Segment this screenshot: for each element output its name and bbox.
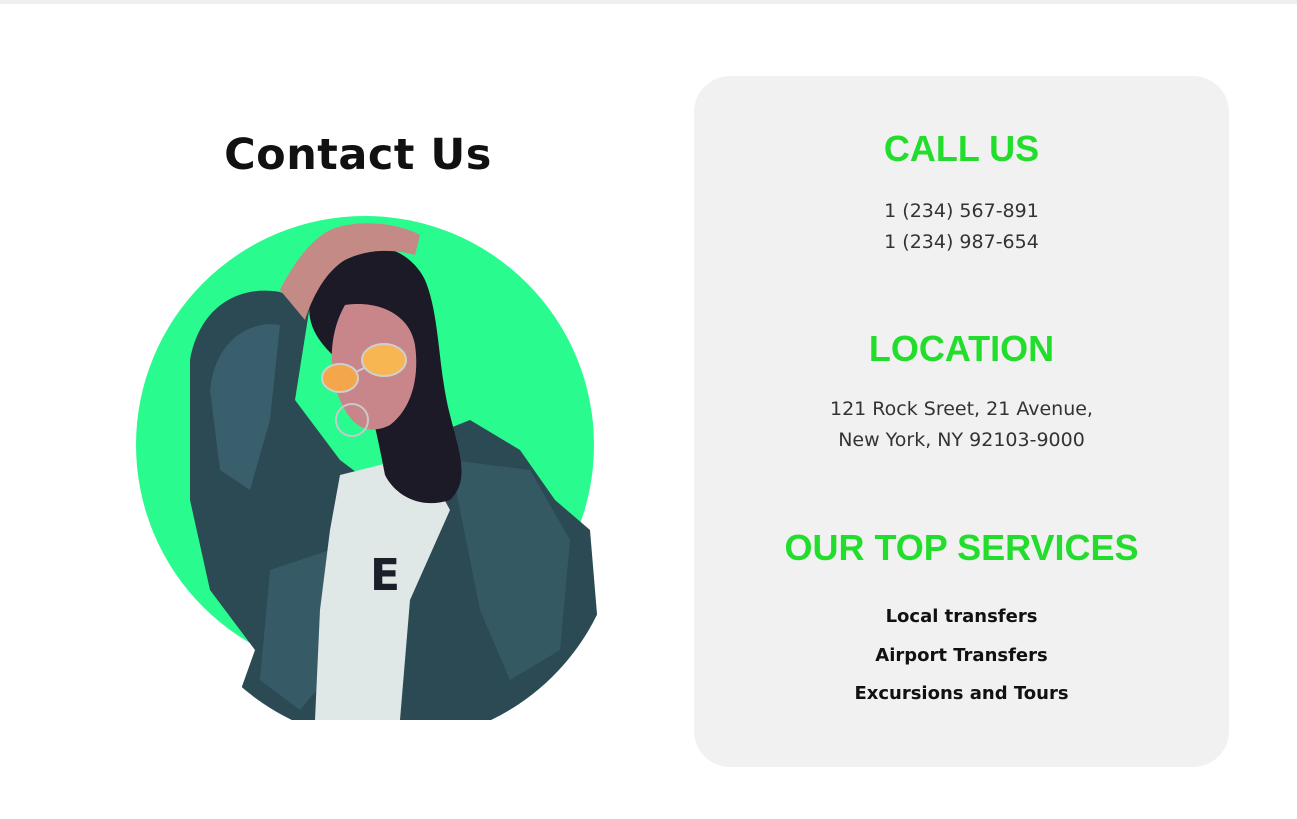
- sunglasses-left-lens: [321, 363, 359, 393]
- address-line-1: 121 Rock Sreet, 21 Avenue,: [830, 398, 1093, 420]
- call-us-heading: CALL US: [883, 128, 1040, 169]
- portrait-image: E: [136, 216, 600, 720]
- sunglasses-right-lens: [361, 343, 407, 377]
- location-heading: LOCATION: [868, 328, 1055, 369]
- page-title: Contact Us: [224, 130, 492, 180]
- top-services-heading: OUR TOP SERVICES: [784, 527, 1139, 568]
- svg-text:E: E: [370, 550, 400, 601]
- address-line-2: New York, NY 92103-9000: [838, 429, 1085, 451]
- phone-number-2[interactable]: 1 (234) 987-654: [694, 231, 1229, 253]
- service-excursions-tours[interactable]: Excursions and Tours: [694, 683, 1229, 704]
- contact-info-card: CALL US 1 (234) 567-891 1 (234) 987-654 …: [694, 76, 1229, 767]
- phone-number-1[interactable]: 1 (234) 567-891: [694, 200, 1229, 222]
- service-airport-transfers[interactable]: Airport Transfers: [694, 645, 1229, 666]
- contact-intro-column: Contact Us E: [0, 0, 694, 819]
- service-local-transfers[interactable]: Local transfers: [694, 606, 1229, 627]
